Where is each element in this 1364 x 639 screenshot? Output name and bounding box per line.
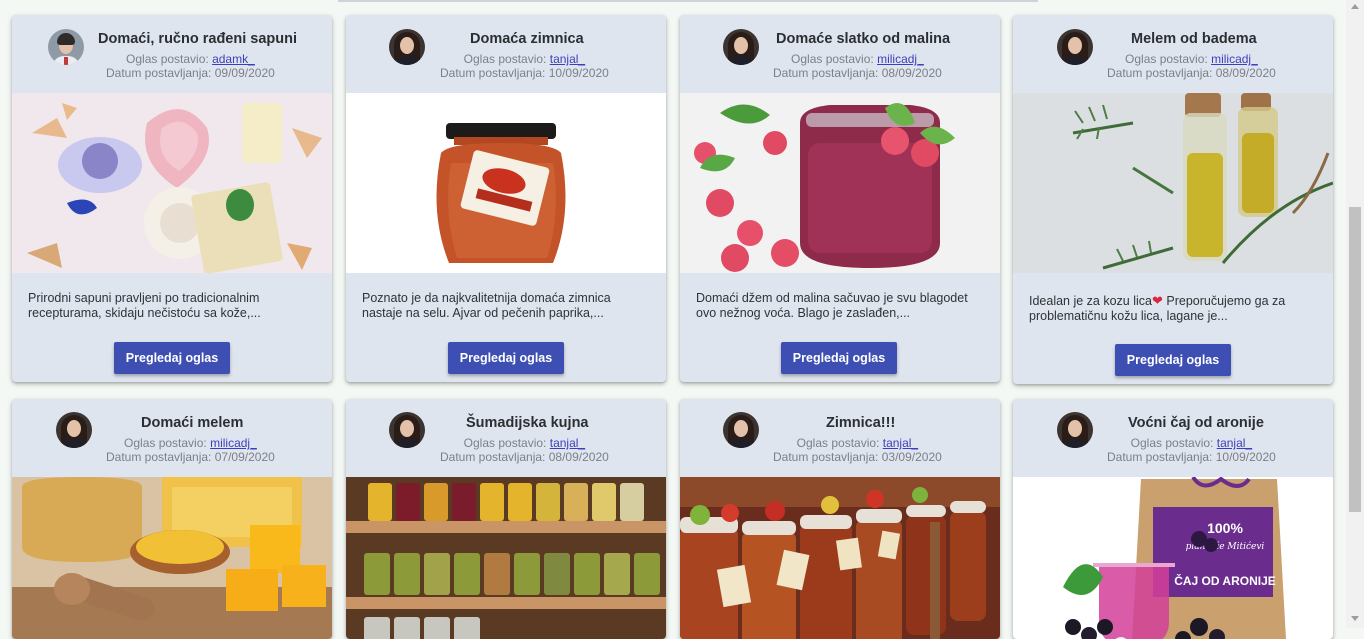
- posted-by-label: Oglas postavio:: [124, 436, 207, 450]
- card-header: Melem od badema Oglas postavio: milicadj…: [1013, 15, 1333, 93]
- vertical-scrollbar[interactable]: [1346, 0, 1364, 628]
- posted-by-label: Oglas postavio:: [791, 52, 874, 66]
- author-link[interactable]: tanjal_: [550, 436, 585, 450]
- card-header: Domaće slatko od malina Oglas postavio: …: [680, 15, 1000, 93]
- card-header: Domaći melem Oglas postavio: milicadj_ D…: [12, 399, 332, 477]
- posted-by-label: Oglas postavio:: [463, 436, 547, 450]
- package-text: 100%: [1207, 520, 1243, 536]
- author-avatar[interactable]: [1057, 29, 1093, 65]
- description-text: Idealan je za kozu lica: [1029, 294, 1152, 308]
- date-label: Datum postavljanja:: [773, 66, 879, 80]
- listing-title: Šumadijska kujna: [466, 415, 589, 431]
- view-listing-button[interactable]: Pregledaj oglas: [781, 342, 897, 374]
- listing-description: Poznato je da najkvalitetnija domaća zim…: [362, 291, 611, 320]
- listing-meta: Oglas postavio: tanjal_ Datum postavljan…: [773, 436, 942, 464]
- card-header: Domaća zimnica Oglas postavio: tanjal_ D…: [346, 15, 666, 93]
- author-link[interactable]: tanjal_: [550, 52, 585, 66]
- scroll-up-arrow-icon[interactable]: [1351, 4, 1359, 9]
- listing-card: Melem od badema Oglas postavio: milicadj…: [1013, 15, 1333, 384]
- listing-meta: Oglas postavio: tanjal_ Datum postavljan…: [1107, 436, 1276, 464]
- post-date: 09/09/2020: [214, 66, 275, 80]
- listing-meta: Oglas postavio: adamk_ Datum postavljanj…: [106, 52, 275, 80]
- card-header: Šumadijska kujna Oglas postavio: tanjal_…: [346, 399, 666, 477]
- author-avatar[interactable]: [723, 29, 759, 65]
- listing-title: Melem od badema: [1131, 31, 1257, 47]
- date-label: Datum postavljanja:: [440, 450, 546, 464]
- scroll-down-arrow-icon[interactable]: [1351, 616, 1359, 621]
- package-text: ČAJ OD ARONIJE: [1174, 573, 1276, 588]
- author-link[interactable]: milicadj_: [877, 52, 924, 66]
- author-link[interactable]: milicadj_: [210, 436, 257, 450]
- listing-card: Domaća zimnica Oglas postavio: tanjal_ D…: [346, 15, 666, 382]
- post-date: 08/09/2020: [881, 66, 942, 80]
- listing-meta: Oglas postavio: tanjal_ Datum postavljan…: [440, 52, 609, 80]
- post-date: 03/09/2020: [881, 450, 942, 464]
- listing-title: Voćni čaj od aronije: [1128, 415, 1264, 431]
- date-label: Datum postavljanja:: [106, 66, 212, 80]
- listing-meta: Oglas postavio: milicadj_ Datum postavlj…: [106, 436, 275, 464]
- date-label: Datum postavljanja:: [773, 450, 879, 464]
- listing-description: Domaći džem od malina sačuvao je svu bla…: [696, 291, 968, 320]
- card-header: Zimnica!!! Oglas postavio: tanjal_ Datum…: [680, 399, 1000, 477]
- listing-image[interactable]: [12, 477, 332, 639]
- author-link[interactable]: adamk_: [212, 52, 255, 66]
- listing-image[interactable]: [12, 93, 332, 273]
- listing-meta: Oglas postavio: milicadj_ Datum postavlj…: [773, 52, 942, 80]
- view-listing-button[interactable]: Pregledaj oglas: [1115, 344, 1231, 376]
- posted-by-label: Oglas postavio:: [1125, 52, 1208, 66]
- date-label: Datum postavljanja:: [440, 66, 546, 80]
- posted-by-label: Oglas postavio:: [796, 436, 880, 450]
- author-link[interactable]: tanjal_: [1217, 436, 1252, 450]
- listing-description: Idealan je za kozu lica❤ Preporučujemo g…: [1029, 293, 1319, 324]
- listing-card: Domaće slatko od malina Oglas postavio: …: [680, 15, 1000, 382]
- listing-card: Voćni čaj od aronije Oglas postavio: tan…: [1013, 399, 1333, 639]
- listing-title: Domaće slatko od malina: [776, 31, 951, 47]
- listing-description: Prirodni sapuni pravljeni po tradicional…: [28, 291, 261, 320]
- listing-image[interactable]: [346, 93, 666, 273]
- listings-grid: Domaći, ručno rađeni sapuni Oglas postav…: [0, 0, 1346, 639]
- listing-title: Domaći melem: [141, 415, 244, 431]
- post-date: 08/09/2020: [548, 450, 609, 464]
- listing-title: Zimnica!!!: [826, 415, 896, 431]
- date-label: Datum postavljanja:: [106, 450, 212, 464]
- listing-meta: Oglas postavio: tanjal_ Datum postavljan…: [440, 436, 609, 464]
- listing-image[interactable]: [346, 477, 666, 639]
- listing-card: Šumadijska kujna Oglas postavio: tanjal_…: [346, 399, 666, 639]
- view-listing-button[interactable]: Pregledaj oglas: [114, 342, 230, 374]
- listing-meta: Oglas postavio: milicadj_ Datum postavlj…: [1107, 52, 1276, 80]
- heart-icon: ❤: [1152, 293, 1163, 308]
- post-date: 07/09/2020: [214, 450, 275, 464]
- author-link[interactable]: tanjal_: [883, 436, 918, 450]
- author-avatar[interactable]: [389, 29, 425, 65]
- listing-card: Zimnica!!! Oglas postavio: tanjal_ Datum…: [680, 399, 1000, 639]
- posted-by-label: Oglas postavio:: [126, 52, 209, 66]
- posted-by-label: Oglas postavio:: [463, 52, 547, 66]
- author-avatar[interactable]: [1057, 412, 1093, 448]
- listing-card: Domaći, ručno rađeni sapuni Oglas postav…: [12, 15, 332, 382]
- author-avatar[interactable]: [48, 29, 84, 65]
- listing-image[interactable]: [1013, 93, 1333, 273]
- author-avatar[interactable]: [389, 412, 425, 448]
- listing-title: Domaći, ručno rađeni sapuni: [98, 31, 298, 47]
- scroll-thumb[interactable]: [1349, 207, 1361, 512]
- card-header: Domaći, ručno rađeni sapuni Oglas postav…: [12, 15, 332, 93]
- card-header: Voćni čaj od aronije Oglas postavio: tan…: [1013, 399, 1333, 477]
- listing-image[interactable]: [680, 93, 1000, 273]
- listing-title: Domaća zimnica: [470, 31, 584, 47]
- post-date: 10/09/2020: [1215, 450, 1276, 464]
- author-avatar[interactable]: [56, 412, 92, 448]
- date-label: Datum postavljanja:: [1107, 450, 1213, 464]
- listing-image[interactable]: 100% plantaže Mitićevi ČAJ OD ARONIJE: [1013, 477, 1333, 639]
- post-date: 10/09/2020: [548, 66, 609, 80]
- date-label: Datum postavljanja:: [1107, 66, 1213, 80]
- listing-card: Domaći melem Oglas postavio: milicadj_ D…: [12, 399, 332, 639]
- listing-image[interactable]: [680, 477, 1000, 639]
- post-date: 08/09/2020: [1215, 66, 1276, 80]
- author-link[interactable]: milicadj_: [1211, 52, 1258, 66]
- view-listing-button[interactable]: Pregledaj oglas: [448, 342, 564, 374]
- posted-by-label: Oglas postavio:: [1130, 436, 1214, 450]
- author-avatar[interactable]: [723, 412, 759, 448]
